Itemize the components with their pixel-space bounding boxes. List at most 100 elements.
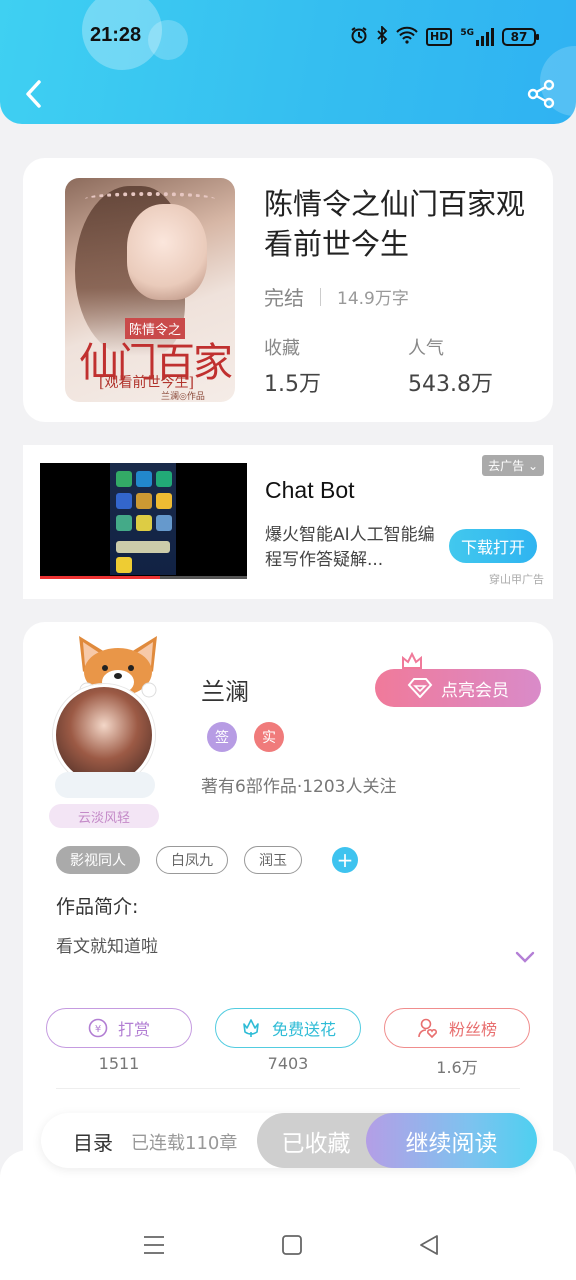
collected-label: 已收藏 xyxy=(281,1130,351,1157)
ad-video[interactable] xyxy=(40,463,247,579)
flower-count: 7403 xyxy=(267,1054,309,1073)
divider xyxy=(56,1088,520,1089)
back-button[interactable] xyxy=(18,74,48,114)
cover-author: 兰澜◎作品 xyxy=(161,392,205,402)
toc-button[interactable]: 目录 xyxy=(73,1127,113,1156)
flower-label: 免费送花 xyxy=(271,1020,336,1039)
ad-video-phone xyxy=(110,463,176,575)
hd-icon: HD xyxy=(426,28,453,46)
app-tile xyxy=(116,493,132,509)
home-icon xyxy=(282,1235,302,1255)
cover-wreath xyxy=(85,192,215,206)
book-word-count: 14.9万字 xyxy=(337,289,409,309)
vip-button[interactable]: 点亮会员 xyxy=(375,669,541,707)
tag-list: 影视同人 白凤九 润玉 + xyxy=(56,846,358,874)
fans-count: 1.6万 xyxy=(436,1058,478,1077)
app-tile xyxy=(136,493,152,509)
chevron-left-icon xyxy=(26,80,41,108)
share-icon xyxy=(527,79,555,109)
popularity-value: 543.8万 xyxy=(408,372,493,397)
video-progress xyxy=(40,576,247,579)
app-tile xyxy=(156,493,172,509)
plus-icon: + xyxy=(336,848,354,872)
ad-title[interactable]: Chat Bot xyxy=(265,477,355,504)
app-tile xyxy=(136,515,152,531)
continue-reading-button[interactable]: 继续阅读 xyxy=(366,1113,537,1168)
system-back-button[interactable] xyxy=(414,1230,444,1260)
serial-status: 已连载110章 xyxy=(131,1133,238,1154)
app-tile xyxy=(116,515,132,531)
app-tile xyxy=(116,541,170,553)
back-icon xyxy=(420,1235,438,1255)
diamond-icon xyxy=(407,678,433,698)
tag-item[interactable]: 润玉 xyxy=(244,846,302,874)
reward-label: 打赏 xyxy=(117,1020,150,1039)
book-info-card: 陈情令之 仙门百家 [观看前世今生] 兰澜◎作品 陈情令之仙门百家观看前世今生 … xyxy=(23,158,553,422)
avatar xyxy=(53,684,155,786)
book-cover[interactable]: 陈情令之 仙门百家 [观看前世今生] 兰澜◎作品 xyxy=(65,178,235,402)
tag-item[interactable]: 白凤九 xyxy=(156,846,228,874)
author-card: 云淡风轻 兰澜 点亮会员 签 实 著有6部作品·1203人关注 影视同人 白凤九… xyxy=(23,622,553,1182)
user-heart-icon xyxy=(418,1018,438,1039)
app-header: 21:28 HD 5G 87 xyxy=(0,0,576,124)
remove-ad-label: 去广告 xyxy=(488,459,525,473)
cover-face xyxy=(127,204,207,300)
author-avatar[interactable]: 云淡风轻 xyxy=(43,632,193,828)
meta-divider xyxy=(320,287,321,306)
share-button[interactable] xyxy=(524,76,558,112)
home-button[interactable] xyxy=(277,1230,307,1260)
system-navigation xyxy=(0,1222,576,1268)
status-icons: HD 5G 87 xyxy=(350,24,539,50)
status-time: 21:28 xyxy=(90,24,142,46)
ad-description: 爆火智能AI人工智能编程写作答疑解... xyxy=(265,525,435,570)
ad-card[interactable]: Chat Bot 爆火智能AI人工智能编程写作答疑解... 去广告 ⌄ 下载打开… xyxy=(23,445,553,599)
reward-button[interactable]: ¥ 打赏 xyxy=(46,1008,192,1048)
ad-download-button[interactable]: 下载打开 xyxy=(449,529,537,563)
reading-bar: 目录 已连载110章 已收藏 继续阅读 xyxy=(41,1113,537,1168)
favorites-label: 收藏 xyxy=(264,338,300,359)
fans-label: 粉丝榜 xyxy=(448,1020,497,1039)
author-info: 著有6部作品·1203人关注 xyxy=(201,777,397,797)
add-tag-button[interactable]: + xyxy=(332,847,358,873)
intro-title: 作品简介: xyxy=(56,896,139,918)
ad-source: 穿山甲广告 xyxy=(489,573,544,586)
alarm-icon xyxy=(350,26,368,49)
book-meta: 完结 14.9万字 xyxy=(264,282,409,311)
wifi-icon xyxy=(396,26,418,49)
crown-icon xyxy=(402,652,422,669)
reward-count: 1511 xyxy=(98,1054,140,1073)
app-tile xyxy=(156,515,172,531)
fans-rank-button[interactable]: 粉丝榜 xyxy=(384,1008,530,1048)
expand-intro-button[interactable] xyxy=(515,948,535,967)
intro-text: 看文就知道啦 xyxy=(56,937,158,957)
chevron-down-icon xyxy=(515,951,535,963)
app-tile xyxy=(136,471,152,487)
favorites-value: 1.5万 xyxy=(264,372,321,397)
tag-item[interactable]: 影视同人 xyxy=(56,846,140,874)
app-tile xyxy=(116,471,132,487)
remove-ad-button[interactable]: 去广告 ⌄ xyxy=(482,455,544,476)
battery-icon: 87 xyxy=(502,28,539,46)
popularity-label: 人气 xyxy=(408,338,444,359)
svg-text:¥: ¥ xyxy=(95,1024,101,1035)
author-name[interactable]: 兰澜 xyxy=(201,672,249,707)
bluetooth-icon xyxy=(376,24,388,49)
app-tile xyxy=(156,471,172,487)
vip-label: 点亮会员 xyxy=(441,680,509,701)
menu-icon xyxy=(144,1236,164,1254)
avatar-frame-label: 云淡风轻 xyxy=(49,804,159,828)
action-buttons: ¥ 打赏 1511 免费送花 7403 粉丝榜 1.6万 xyxy=(46,1008,530,1077)
network-label: 5G xyxy=(460,28,474,38)
coin-icon: ¥ xyxy=(88,1018,108,1038)
chevron-down-icon: ⌄ xyxy=(527,459,538,473)
book-status: 完结 xyxy=(264,286,304,310)
signal-icon: 5G xyxy=(460,28,494,46)
verified-badge: 实 xyxy=(254,722,284,752)
send-flower-button[interactable]: 免费送花 xyxy=(215,1008,361,1048)
flower-icon xyxy=(243,1019,259,1037)
decor-bubble xyxy=(148,20,188,60)
avatar-cloud xyxy=(55,772,155,798)
menu-button[interactable] xyxy=(139,1230,169,1260)
book-title: 陈情令之仙门百家观看前世今生 xyxy=(264,187,526,261)
signed-badge: 签 xyxy=(207,722,237,752)
